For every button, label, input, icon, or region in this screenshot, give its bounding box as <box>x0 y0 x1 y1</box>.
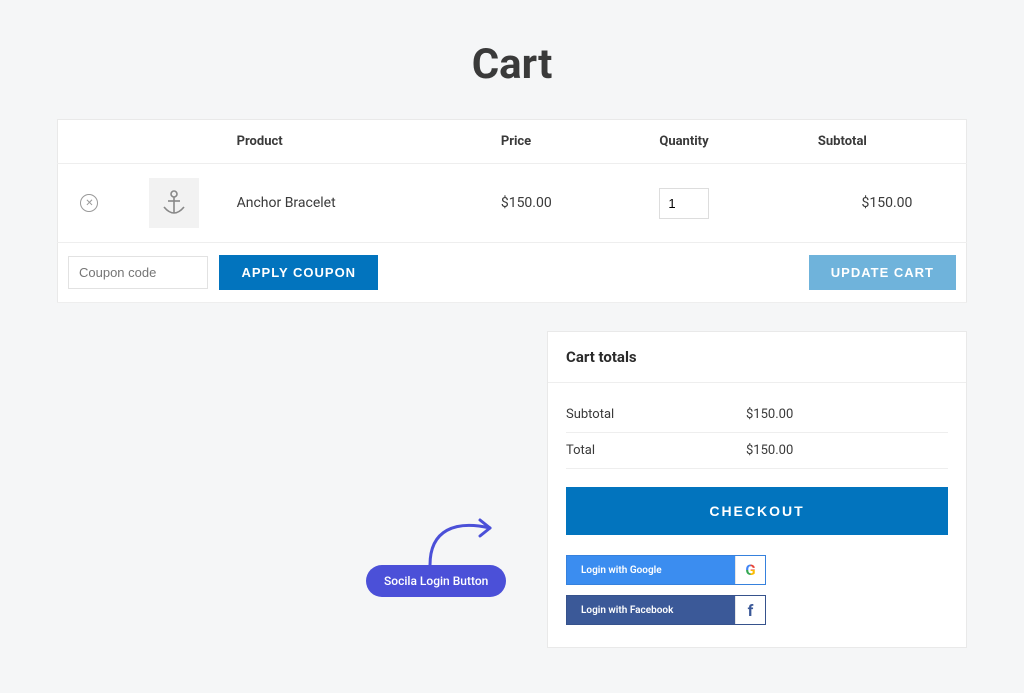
login-with-google-button[interactable]: Login with Google G <box>566 555 766 585</box>
product-price: $150.00 <box>491 164 650 243</box>
coupon-area: APPLY COUPON <box>68 255 378 290</box>
coupon-input[interactable] <box>68 256 208 289</box>
header-subtotal: Subtotal <box>808 120 967 164</box>
annotation-callout: Socila Login Button <box>366 565 506 597</box>
total-label: Total <box>566 443 746 458</box>
page-title: Cart <box>0 0 1024 119</box>
header-quantity: Quantity <box>649 120 808 164</box>
quantity-input[interactable] <box>659 188 709 219</box>
header-product: Product <box>227 120 491 164</box>
facebook-icon: f <box>735 596 765 624</box>
login-with-facebook-button[interactable]: Login with Facebook f <box>566 595 766 625</box>
subtotal-value: $150.00 <box>746 407 793 422</box>
total-value: $150.00 <box>746 443 793 458</box>
remove-item-button[interactable]: ✕ <box>80 194 98 212</box>
product-thumbnail[interactable] <box>149 178 199 228</box>
cart-totals-card: Cart totals Subtotal $150.00 Total $150.… <box>547 331 967 648</box>
cart-totals-heading: Cart totals <box>548 332 966 383</box>
close-icon: ✕ <box>85 198 93 209</box>
subtotal-label: Subtotal <box>566 407 746 422</box>
cart-table: Product Price Quantity Subtotal ✕ <box>57 119 967 303</box>
google-login-label: Login with Google <box>567 556 735 584</box>
product-subtotal: $150.00 <box>808 164 967 243</box>
google-icon: G <box>735 556 765 584</box>
subtotal-row: Subtotal $150.00 <box>566 397 948 433</box>
cart-row: ✕ Anchor Bracelet $150.00 <box>58 164 967 243</box>
product-name[interactable]: Anchor Bracelet <box>227 164 491 243</box>
cart-container: Product Price Quantity Subtotal ✕ <box>57 119 967 648</box>
facebook-login-label: Login with Facebook <box>567 596 735 624</box>
checkout-button[interactable]: CHECKOUT <box>566 487 948 535</box>
anchor-icon <box>158 187 190 219</box>
update-cart-button[interactable]: UPDATE CART <box>809 255 956 290</box>
header-price: Price <box>491 120 650 164</box>
total-row: Total $150.00 <box>566 433 948 469</box>
apply-coupon-button[interactable]: APPLY COUPON <box>219 255 378 290</box>
